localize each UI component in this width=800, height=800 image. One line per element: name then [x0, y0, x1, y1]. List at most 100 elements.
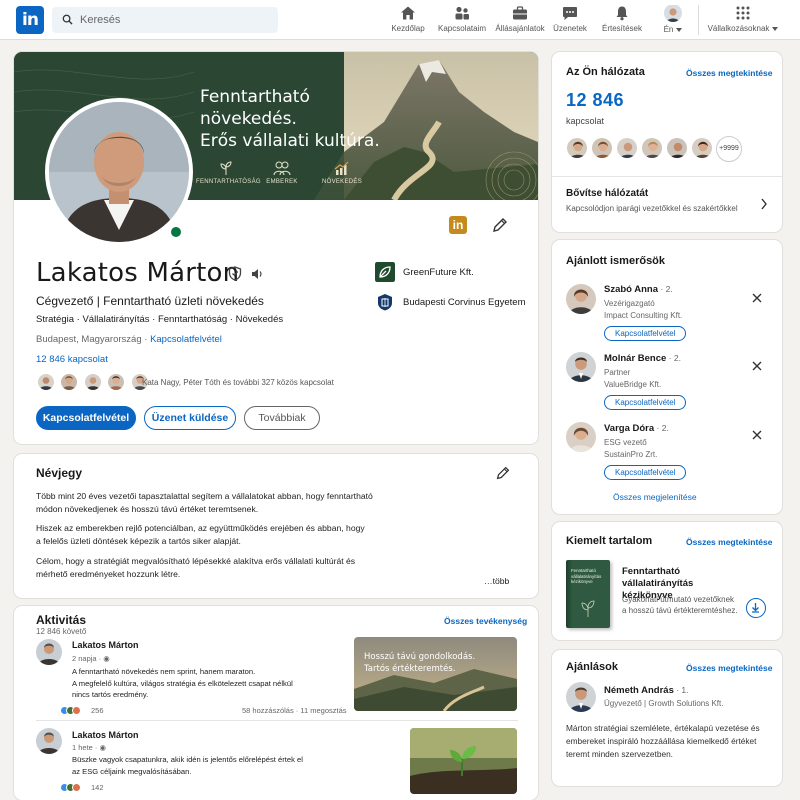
edit-about-button[interactable]: [494, 464, 512, 482]
person-name[interactable]: Varga Dóra · 2.: [604, 423, 669, 434]
search-box[interactable]: [52, 7, 278, 33]
reaction-count[interactable]: 256: [91, 706, 104, 715]
avatar: [566, 137, 588, 159]
connect-button[interactable]: Kapcsolatfelvétel: [36, 406, 136, 430]
banner-headline: Fenntartható növekedés. Erős vállalati k…: [200, 86, 380, 152]
messaging-icon: [563, 7, 577, 20]
download-button[interactable]: [746, 598, 766, 618]
dismiss-close-icon[interactable]: [751, 360, 763, 372]
reaction-icons[interactable]: [60, 783, 81, 793]
recommender-avatar[interactable]: [566, 682, 596, 712]
grow-network-subtitle: Kapcsolódjon iparági vezetőkkel és szaké…: [566, 204, 738, 213]
chevron-down-icon: [772, 26, 779, 31]
reaction-count[interactable]: 142: [91, 783, 104, 792]
about-paragraph: Célom, hogy a stratégiát megvalósítható …: [36, 556, 356, 579]
jobs-icon: [513, 6, 527, 20]
person-name[interactable]: Molnár Bence · 2.: [604, 353, 681, 364]
person-avatar[interactable]: [566, 284, 596, 314]
connect-suggestion-button[interactable]: Kapcsolatfelvétel: [604, 395, 687, 410]
banner-pillar-sustainability: FENNTARTHATÓSÁG: [196, 160, 261, 185]
love-icon: [72, 783, 81, 792]
network-see-all-link[interactable]: Összes megtekintése: [686, 68, 772, 78]
nav-network[interactable]: Kapcsolataim: [432, 4, 492, 36]
recommendations-title: Ajánlások: [566, 661, 618, 673]
connect-suggestion-button[interactable]: Kapcsolatfelvétel: [604, 326, 687, 341]
banner-line: Fenntartható: [200, 87, 310, 107]
post-body[interactable]: A fenntartható növekedés nem sprint, han…: [72, 666, 312, 701]
pillar-label: EMBEREK: [266, 179, 298, 185]
person-name[interactable]: Szabó Anna · 2.: [604, 284, 673, 295]
post-author-avatar[interactable]: [36, 728, 62, 754]
post-line: Büszke vagyok csapatunkra, akik idén is …: [72, 755, 303, 764]
post-body[interactable]: Büszke vagyok csapatunkra, akik idén is …: [72, 754, 322, 777]
nav-business-label: Vállalkozásoknak: [707, 24, 770, 33]
people-icon: [273, 161, 291, 176]
nav-me[interactable]: Én: [643, 4, 703, 36]
nav-business[interactable]: Vállalkozásoknak: [706, 4, 780, 36]
avatar: [59, 372, 80, 392]
person-avatar[interactable]: [566, 422, 596, 452]
person-name-text: Molnár Bence: [604, 353, 667, 364]
mutual-connection-avatars[interactable]: [36, 372, 150, 392]
connection-degree: · 1.: [673, 685, 689, 695]
post-stats[interactable]: 58 hozzászólás · 11 megosztás: [242, 706, 347, 715]
profile-photo[interactable]: [45, 98, 193, 246]
dismiss-close-icon[interactable]: [751, 292, 763, 304]
message-button[interactable]: Üzenet küldése: [144, 406, 236, 430]
recommender-role: Ügyvezető | Growth Solutions Kft.: [604, 699, 724, 708]
post-line: A megfelelő kultúra, világos stratégia é…: [72, 678, 293, 688]
name-icons: [228, 266, 264, 286]
contact-info-link[interactable]: Kapcsolatfelvétel: [150, 334, 222, 345]
see-more-link[interactable]: …több: [484, 575, 509, 588]
post-divider: [36, 720, 518, 721]
edit-profile-button[interactable]: [490, 215, 510, 235]
connection-degree: · 2.: [666, 353, 681, 363]
person-avatar[interactable]: [566, 352, 596, 382]
post-author-avatar[interactable]: [36, 639, 62, 665]
company-name: GreenFuture Kft.: [403, 267, 474, 278]
recommendations-see-all-link[interactable]: Összes megtekintése: [686, 663, 772, 673]
linkedin-badge-icon[interactable]: in: [449, 216, 467, 234]
leaf-icon: [581, 600, 595, 617]
post-image[interactable]: [410, 728, 517, 794]
post-image[interactable]: Hosszú távú gondolkodás. Tartós értékter…: [354, 637, 517, 711]
recommender-name[interactable]: Németh András · 1.: [604, 685, 689, 696]
grow-network-link[interactable]: Bővítse hálózatát Kapcsolódjon iparági v…: [552, 176, 782, 232]
search-input[interactable]: [80, 7, 270, 33]
avatar: [591, 137, 613, 159]
connections-count-link[interactable]: 12 846 kapcsolat: [36, 354, 108, 365]
suggested-title: Ajánlott ismerősök: [566, 255, 666, 267]
linkedin-logo[interactable]: in: [16, 6, 44, 34]
about-title: Névjegy: [36, 466, 83, 480]
network-title: Az Ön hálózata: [566, 66, 645, 78]
reaction-icons[interactable]: [60, 706, 81, 716]
mutual-connections-text[interactable]: Kata Nagy, Péter Tóth és további 327 köz…: [142, 378, 334, 387]
book-cover-title: Fenntartható vállalatirányítás kézikönyv…: [571, 568, 602, 584]
dismiss-close-icon[interactable]: [751, 429, 763, 441]
activity-card: Aktivitás 12 846 követő Összes tevékenys…: [14, 606, 538, 800]
post-author-name[interactable]: Lakatos Márton: [72, 640, 139, 650]
person-role: Partner: [604, 368, 631, 377]
top-navigation: in Kezdőlap Kapcsolataim Állásajánlatok …: [0, 0, 800, 40]
verified-shield-icon[interactable]: [228, 266, 242, 281]
post-line: az ESG céljaink megvalósításában.: [72, 766, 192, 776]
profile-topics: Stratégia · Vállalatirányítás · Fenntart…: [36, 314, 284, 325]
book-cover[interactable]: Fenntartható vállalatirányítás kézikönyv…: [566, 560, 610, 628]
nav-home-label: Kezdőlap: [391, 24, 425, 33]
featured-item-desc: a hosszú távú értékteremtéshez.: [622, 606, 738, 615]
featured-see-all-link[interactable]: Összes megtekintése: [686, 537, 772, 547]
pencil-icon: [493, 218, 507, 232]
banner-line: növekedés.: [200, 109, 297, 129]
connect-suggestion-button[interactable]: Kapcsolatfelvétel: [604, 465, 687, 480]
show-all-suggestions-link[interactable]: Összes megjelenítése: [613, 492, 697, 502]
banner-line: Erős vállalati kultúra.: [200, 131, 380, 151]
nav-home[interactable]: Kezdőlap: [378, 4, 438, 36]
all-activity-link[interactable]: Összes tevékenység: [444, 616, 527, 626]
profile-location: Budapest, Magyarország · Kapcsolatfelvét…: [36, 334, 222, 345]
grid-icon: [736, 6, 750, 20]
post-author-name[interactable]: Lakatos Márton: [72, 730, 139, 740]
nav-messaging[interactable]: Üzenetek: [540, 4, 600, 36]
more-connections-badge[interactable]: +9999: [716, 136, 742, 162]
name-pronunciation-speaker-icon[interactable]: [250, 267, 264, 281]
more-actions-button[interactable]: Továbbiak: [244, 406, 320, 430]
